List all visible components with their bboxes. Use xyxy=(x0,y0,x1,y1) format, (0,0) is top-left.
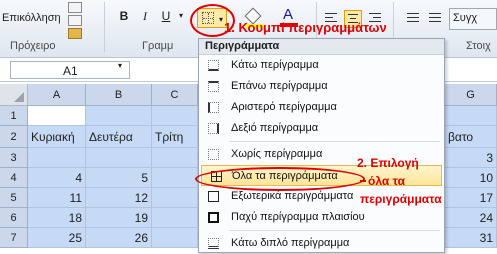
annotation-connector xyxy=(360,180,366,182)
grid-cell[interactable]: 26 xyxy=(86,228,152,248)
grid-cell[interactable]: 25 xyxy=(28,228,86,248)
menu-item-label: Εξωτερικά περιγράμματα xyxy=(231,190,354,202)
menu-item-label: Επάνω περίγραμμα xyxy=(231,80,328,92)
menu-divider xyxy=(229,230,440,231)
grid-cell[interactable]: 17 xyxy=(445,188,497,208)
top-border-icon xyxy=(208,81,219,92)
grid-cell[interactable]: 24 xyxy=(445,208,497,228)
grid-cell[interactable]: 31 xyxy=(445,228,497,248)
outside-borders-icon xyxy=(208,191,219,202)
font-group-label: Γραμμ xyxy=(142,40,174,52)
menu-item-label: Χωρίς περίγραμμα xyxy=(231,148,323,160)
underline-button[interactable]: U xyxy=(158,8,174,24)
cut-icon[interactable] xyxy=(68,2,82,13)
grid-cell[interactable] xyxy=(28,148,86,168)
menu-item-thick-box-border[interactable]: Παχύ περίγραμμα πλαισίου xyxy=(199,207,444,228)
copy-icon[interactable] xyxy=(68,15,82,26)
clipboard-tools xyxy=(68,2,88,41)
row-header-4[interactable]: 4 xyxy=(0,168,28,188)
column-header-a[interactable]: A xyxy=(28,84,86,106)
row-header-3[interactable]: 3 xyxy=(0,148,28,168)
menu-header: Περιγράμματα xyxy=(199,39,444,55)
grid-cell[interactable] xyxy=(152,168,198,188)
menu-item-right-border[interactable]: Δεξιό περίγραμμα xyxy=(199,118,444,139)
grid-cell[interactable] xyxy=(86,148,152,168)
alignment-group-label: Στοιχ xyxy=(466,40,491,52)
grid-cell[interactable]: 3 xyxy=(445,148,497,168)
grid-cell[interactable]: βατο xyxy=(445,126,497,148)
left-border-icon xyxy=(208,102,219,113)
row-header-5[interactable]: 5 xyxy=(0,188,28,208)
group-divider xyxy=(104,2,105,52)
menu-divider xyxy=(229,141,440,142)
grid-cell[interactable]: 10 xyxy=(445,168,497,188)
name-box[interactable]: A1 xyxy=(10,61,130,79)
menu-item-bottom-double-border[interactable]: Κάτω διπλό περίγραμμα xyxy=(199,233,444,254)
annotation-step2-line3: περιγράμματα xyxy=(360,192,442,206)
column-header-b[interactable]: B xyxy=(86,84,152,106)
grid-cell[interactable] xyxy=(152,188,198,208)
row-header-7[interactable]: 7 xyxy=(0,228,28,248)
row-header-2[interactable]: 2 xyxy=(0,126,28,148)
annotation-step1: 1. Κουμπί περιγραμμάτων xyxy=(224,20,387,35)
grid-cell[interactable]: 11 xyxy=(28,188,86,208)
paste-label: Επικόλληση xyxy=(2,12,61,24)
grid-cell[interactable]: 18 xyxy=(28,208,86,228)
grid-cell[interactable] xyxy=(152,106,198,126)
grid-cell[interactable]: Τρίτη xyxy=(152,126,198,148)
annotation-step2-line1: 2. Επιλογή xyxy=(357,156,419,170)
grid-cell[interactable] xyxy=(152,228,198,248)
underline-dropdown-icon[interactable]: ▾ xyxy=(176,8,186,24)
column-header-c[interactable]: C xyxy=(152,84,198,106)
menu-item-left-border[interactable]: Αριστερό περίγραμμα xyxy=(199,97,444,118)
menu-item-label: Κάτω διπλό περίγραμμα xyxy=(231,237,350,249)
select-all-button[interactable] xyxy=(0,84,28,106)
bottom-double-border-icon xyxy=(208,238,219,249)
menu-item-label: Κάτω περίγραμμα xyxy=(231,59,319,71)
italic-button[interactable]: I xyxy=(137,8,153,24)
increase-indent-button[interactable] xyxy=(426,10,444,28)
grid-cell[interactable]: 5 xyxy=(86,168,152,188)
row-header-1[interactable]: 1 xyxy=(0,106,28,126)
menu-item-top-border[interactable]: Επάνω περίγραμμα xyxy=(199,76,444,97)
bottom-border-icon xyxy=(208,60,219,71)
grid-cell[interactable] xyxy=(152,208,198,228)
format-painter-icon[interactable] xyxy=(68,28,82,39)
annotation-circle-all-borders xyxy=(195,167,365,191)
thick-box-border-icon xyxy=(208,212,219,223)
annotation-step2-line2: όλα τα xyxy=(368,174,405,188)
clipboard-group-label: Πρόχειρο xyxy=(10,40,56,52)
grid-cell[interactable] xyxy=(86,106,152,126)
grid-cell[interactable]: 12 xyxy=(86,188,152,208)
menu-item-label: Αριστερό περίγραμμα xyxy=(231,101,337,113)
bold-button[interactable]: B xyxy=(116,8,132,24)
paste-button[interactable]: Επικόλληση xyxy=(0,0,62,38)
wrap-text-button[interactable]: Συγχ xyxy=(449,8,497,30)
menu-item-bottom-border[interactable]: Κάτω περίγραμμα xyxy=(199,55,444,76)
menu-item-label: Δεξιό περίγραμμα xyxy=(231,122,319,134)
right-border-icon xyxy=(208,123,219,134)
decrease-indent-button[interactable] xyxy=(404,10,422,28)
chevron-down-icon[interactable]: ▾ xyxy=(118,61,122,70)
menu-item-label: Παχύ περίγραμμα πλαισίου xyxy=(231,211,365,223)
borders-dropdown-menu: Περιγράμματα Κάτω περίγραμμα Επάνω περίγ… xyxy=(198,38,445,253)
grid-cell[interactable] xyxy=(28,106,86,126)
no-border-icon xyxy=(208,149,219,160)
grid-cell[interactable] xyxy=(152,148,198,168)
grid-cell[interactable]: Κυριακή xyxy=(28,126,86,148)
grid-cell[interactable]: Δευτέρα xyxy=(86,126,152,148)
grid-cell[interactable]: 19 xyxy=(86,208,152,228)
grid-cell[interactable] xyxy=(445,106,497,126)
grid-cell[interactable]: 4 xyxy=(28,168,86,188)
row-header-6[interactable]: 6 xyxy=(0,208,28,228)
column-header-g[interactable]: G xyxy=(445,84,497,106)
